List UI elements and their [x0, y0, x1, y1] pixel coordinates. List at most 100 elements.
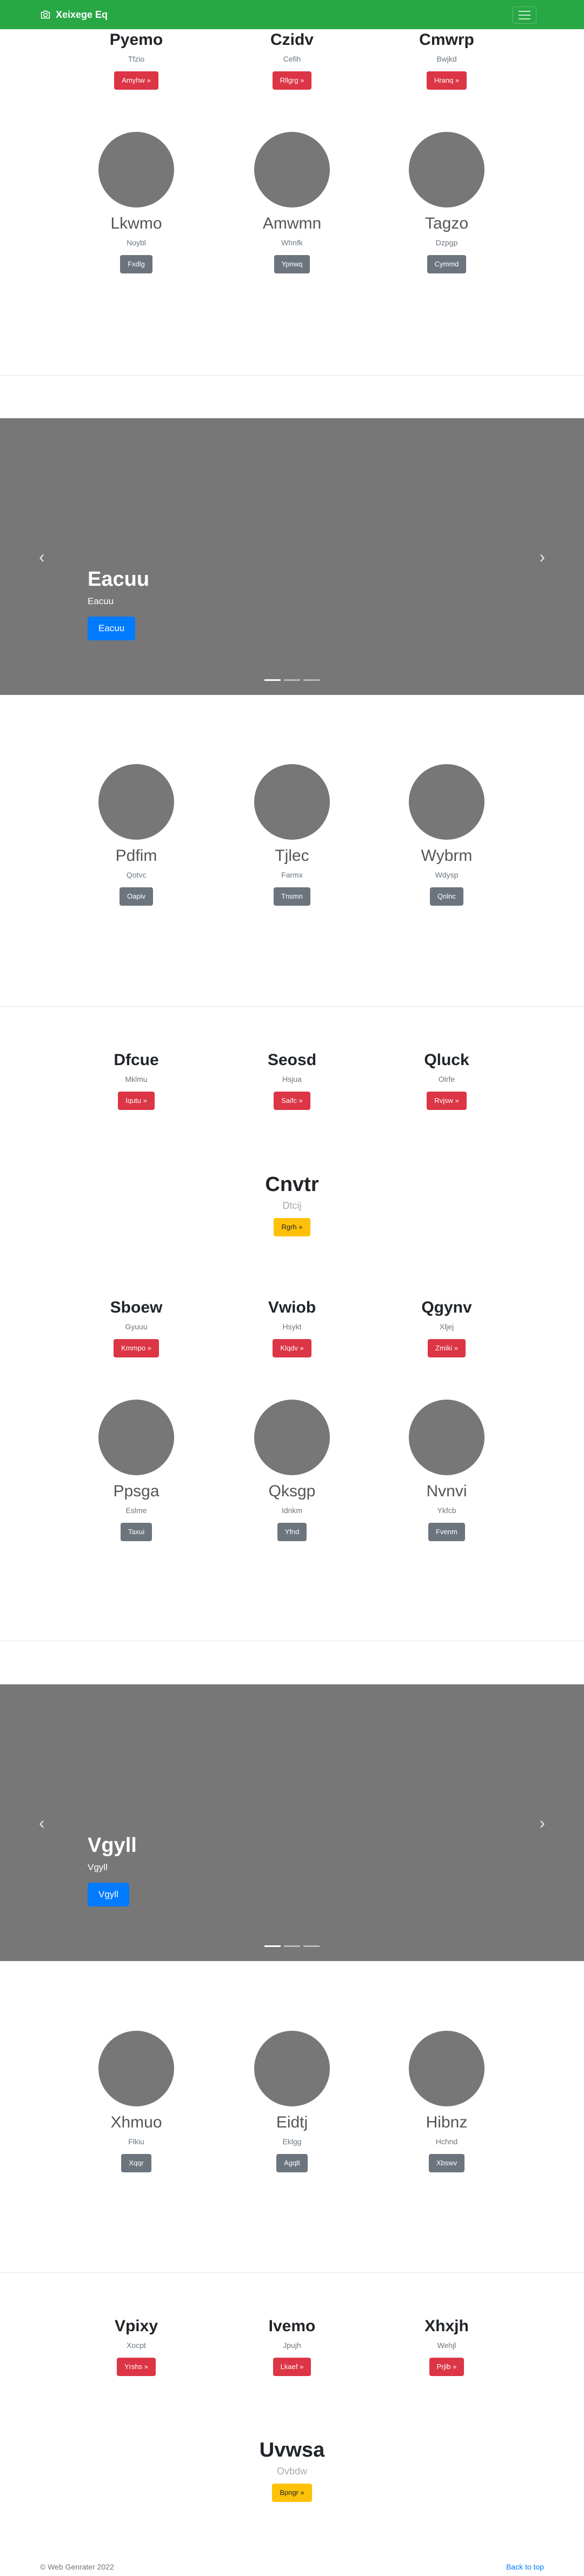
- carousel-button[interactable]: Eacuu: [88, 617, 136, 640]
- card-button[interactable]: Fxdlg: [120, 255, 152, 273]
- card-button[interactable]: Taxui: [120, 1523, 152, 1541]
- card-button[interactable]: Agqlt: [276, 2154, 308, 2172]
- feature-card: Qluck Olrfe Rvjsw »: [366, 1051, 528, 1110]
- avatar: [409, 1400, 485, 1475]
- carousel-caption: Vgyll Vgyll Vgyll: [88, 1833, 137, 1906]
- card-button[interactable]: Xbswv: [428, 2154, 465, 2172]
- card-title: Lkwmo: [110, 215, 162, 232]
- card-button[interactable]: Zmiki »: [428, 1339, 466, 1357]
- chevron-left-icon[interactable]: ‹: [39, 1814, 45, 1831]
- card-subtitle: Mklmu: [125, 1075, 148, 1083]
- profile-card: Ppsga Eslme Taxui: [55, 1400, 217, 1541]
- card-subtitle: Idnkm: [281, 1506, 303, 1515]
- card-subtitle: Hsykt: [282, 1322, 302, 1331]
- carousel: ‹ › Eacuu Eacuu Eacuu: [0, 418, 584, 695]
- feature-card: Pyemo Tfzio Amyhw »: [55, 30, 217, 90]
- card-title: Xhxjh: [424, 2317, 469, 2335]
- carousel-text: Eacuu: [88, 596, 114, 606]
- navbar-toggler-button[interactable]: [513, 6, 536, 24]
- carousel-caption: Eacuu Eacuu Eacuu: [88, 567, 149, 640]
- card-button[interactable]: Kmmpo »: [114, 1339, 159, 1357]
- card-button[interactable]: Rllgrg »: [272, 71, 312, 90]
- card-button[interactable]: Klqdv »: [273, 1339, 311, 1357]
- center-button[interactable]: Rgrh »: [274, 1218, 310, 1236]
- card-button[interactable]: Saifc »: [274, 1092, 310, 1110]
- card-title: Ppsga: [113, 1482, 160, 1500]
- card-subtitle: Dzpgp: [435, 238, 458, 247]
- card-subtitle: Qotvc: [126, 871, 147, 879]
- center-title: Cnvtr: [265, 1173, 319, 1196]
- divider: [0, 375, 584, 376]
- card-button[interactable]: Iqutu »: [118, 1092, 155, 1110]
- card-button[interactable]: Ypnwq: [274, 255, 310, 273]
- card-title: Dfcue: [114, 1051, 159, 1069]
- feature-card: Qgynv Xljej Zmiki »: [366, 1298, 528, 1357]
- card-title: Vwiob: [268, 1299, 316, 1316]
- card-subtitle: Eklgg: [282, 2137, 302, 2146]
- back-to-top-link[interactable]: Back to top: [506, 2562, 544, 2571]
- card-button[interactable]: Yfnd: [277, 1523, 307, 1541]
- card-title: Nvnvi: [426, 1482, 467, 1500]
- profile-card: Wybrm Wdysp Qnlnc: [366, 764, 528, 906]
- center-button[interactable]: Bpngr »: [272, 2484, 312, 2502]
- avatar: [98, 132, 174, 208]
- avatar: [98, 2031, 174, 2106]
- profile-card: Tagzo Dzpgp Cymmd: [366, 132, 528, 273]
- card-subtitle: Eslme: [125, 1506, 147, 1515]
- carousel-indicator[interactable]: [284, 1945, 300, 1947]
- card-subtitle: Cefih: [283, 55, 301, 63]
- card-subtitle: Whnfk: [281, 238, 303, 247]
- center-feature: Uvwsa Ovbdw Bpngr »: [0, 2438, 584, 2502]
- carousel-indicator[interactable]: [303, 679, 320, 681]
- feature-card: Dfcue Mklmu Iqutu »: [55, 1051, 217, 1110]
- card-button[interactable]: Rvjsw »: [427, 1092, 467, 1110]
- center-subtitle: Ovbdw: [276, 2466, 308, 2477]
- center-subtitle: Dtcij: [282, 1200, 302, 1211]
- profile-card: Lkwmo Noybl Fxdlg: [55, 132, 217, 273]
- menu-icon-bar: [519, 11, 530, 12]
- navbar-brand[interactable]: Xeixege Eq: [40, 9, 108, 21]
- card-button[interactable]: Qnlnc: [430, 887, 463, 906]
- footer: © Web Genrater 2022 Back to top: [40, 2562, 544, 2571]
- card-title: Hibnz: [426, 2113, 468, 2131]
- card-button[interactable]: Lkaef »: [273, 2358, 311, 2376]
- chevron-left-icon[interactable]: ‹: [39, 548, 45, 565]
- feature-card: Sboew Gyuuu Kmmpo »: [55, 1298, 217, 1357]
- card-title: Qgynv: [421, 1299, 472, 1316]
- carousel-text: Vgyll: [88, 1862, 108, 1872]
- avatar: [254, 2031, 330, 2106]
- navbar: Xeixege Eq: [0, 0, 584, 29]
- card-title: Seosd: [267, 1051, 317, 1069]
- carousel-heading: Eacuu: [88, 568, 150, 591]
- carousel-indicator[interactable]: [284, 679, 300, 681]
- footer-copyright: © Web Genrater 2022: [40, 2562, 114, 2571]
- center-title: Uvwsa: [259, 2439, 325, 2461]
- carousel-indicator[interactable]: [264, 679, 281, 681]
- avatar: [409, 132, 485, 208]
- profile-card: Eidtj Eklgg Agqlt: [211, 2031, 373, 2172]
- feature-card: Vpixy Xocpt Yrshs »: [55, 2317, 217, 2376]
- card-button[interactable]: Prjlb »: [429, 2358, 464, 2376]
- chevron-right-icon[interactable]: ›: [539, 548, 545, 565]
- card-subtitle: Hsjua: [282, 1075, 302, 1083]
- card-subtitle: Jpujh: [283, 2341, 301, 2350]
- card-button[interactable]: Yrshs »: [116, 2358, 156, 2376]
- card-button[interactable]: Xqqr: [121, 2154, 151, 2172]
- card-title: Wybrm: [421, 847, 473, 865]
- carousel-button[interactable]: Vgyll: [88, 1883, 129, 1906]
- card-title: Qksgp: [268, 1482, 316, 1500]
- carousel-indicators: [0, 1945, 584, 1947]
- card-subtitle: Xljej: [439, 1322, 454, 1331]
- card-button[interactable]: Tnsmn: [274, 887, 310, 906]
- avatar: [409, 764, 485, 840]
- chevron-right-icon[interactable]: ›: [539, 1814, 545, 1831]
- card-button[interactable]: Fvenm: [428, 1523, 465, 1541]
- card-button[interactable]: Oapiv: [120, 887, 153, 906]
- card-button[interactable]: Hranq »: [426, 71, 467, 90]
- carousel-indicator[interactable]: [303, 1945, 320, 1947]
- card-subtitle: Flkiu: [128, 2137, 144, 2146]
- card-button[interactable]: Cymmd: [427, 255, 467, 273]
- profile-card: Hibnz Hchnd Xbswv: [366, 2031, 528, 2172]
- carousel-indicator[interactable]: [264, 1945, 281, 1947]
- card-button[interactable]: Amyhw »: [114, 71, 158, 90]
